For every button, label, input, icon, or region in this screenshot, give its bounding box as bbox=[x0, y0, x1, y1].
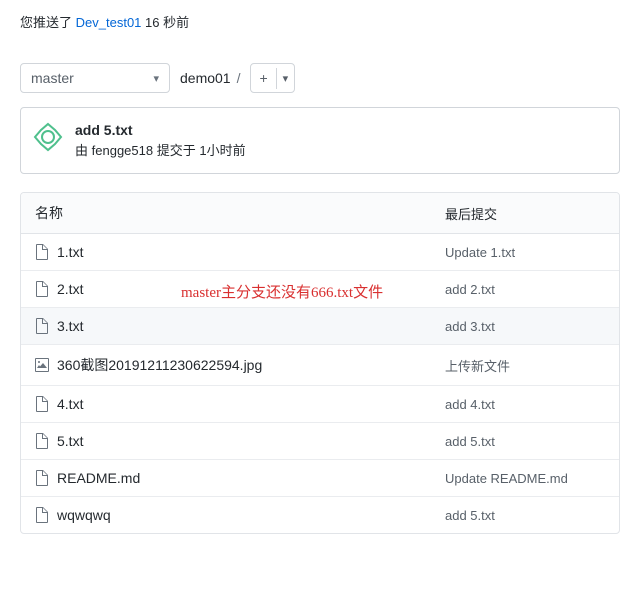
commit-message[interactable]: 上传新文件 bbox=[445, 356, 605, 375]
push-notice: 您推送了 Dev_test01 16 秒前 bbox=[20, 0, 620, 43]
table-row: README.md Update README.md bbox=[21, 459, 619, 496]
file-link[interactable]: 4.txt bbox=[57, 396, 83, 412]
file-table-header: 名称 最后提交 bbox=[21, 193, 619, 234]
commit-message[interactable]: Update 1.txt bbox=[445, 245, 605, 260]
commit-message[interactable]: add 5.txt bbox=[445, 508, 605, 523]
file-name-cell: 1.txt bbox=[35, 244, 445, 260]
commit-message[interactable]: add 4.txt bbox=[445, 397, 605, 412]
commit-title[interactable]: add 5.txt bbox=[75, 122, 246, 138]
file-name-cell: 3.txt bbox=[35, 318, 445, 334]
add-dropdown[interactable]: ▾ bbox=[276, 68, 295, 89]
branch-selector[interactable]: master ▾ bbox=[20, 63, 170, 93]
avatar bbox=[33, 122, 63, 152]
header-commit: 最后提交 bbox=[445, 204, 605, 223]
image-icon bbox=[35, 357, 49, 373]
file-name-cell: 360截图20191211230622594.jpg bbox=[35, 355, 445, 375]
file-name-cell: 5.txt bbox=[35, 433, 445, 449]
file-link[interactable]: wqwqwq bbox=[57, 507, 111, 523]
table-row: 5.txt add 5.txt bbox=[21, 422, 619, 459]
table-row: 4.txt add 4.txt bbox=[21, 385, 619, 422]
table-row: 2.txtadd 2.txtmaster主分支还没有666.txt文件 bbox=[21, 270, 619, 307]
file-name-cell: README.md bbox=[35, 470, 445, 486]
breadcrumb-repo[interactable]: demo01 bbox=[180, 70, 231, 86]
commit-message[interactable]: add 5.txt bbox=[445, 434, 605, 449]
latest-commit-card: add 5.txt 由 fengge518 提交于 1小时前 bbox=[20, 107, 620, 174]
commit-author[interactable]: fengge518 bbox=[92, 143, 153, 158]
breadcrumb-separator: / bbox=[237, 70, 241, 86]
file-table: 名称 最后提交 1.txtUpdate 1.txt2.txtadd 2.txtm… bbox=[20, 192, 620, 534]
table-row: 3.txt add 3.txt bbox=[21, 307, 619, 344]
chevron-down-icon: ▾ bbox=[153, 72, 159, 85]
file-link[interactable]: 360截图20191211230622594.jpg bbox=[57, 355, 262, 375]
file-icon bbox=[35, 318, 49, 334]
file-link[interactable]: 2.txt bbox=[57, 281, 83, 297]
breadcrumb: demo01 / bbox=[180, 70, 240, 86]
file-link[interactable]: 1.txt bbox=[57, 244, 83, 260]
branch-name: master bbox=[31, 70, 74, 86]
table-row: wqwqwq add 5.txt bbox=[21, 496, 619, 533]
push-prefix: 您推送了 bbox=[20, 15, 72, 30]
file-icon bbox=[35, 396, 49, 412]
file-icon bbox=[35, 433, 49, 449]
file-link[interactable]: 3.txt bbox=[57, 318, 83, 334]
toolbar: master ▾ demo01 / + ▾ bbox=[20, 63, 620, 93]
file-link[interactable]: 5.txt bbox=[57, 433, 83, 449]
file-name-cell: 2.txt bbox=[35, 281, 445, 297]
commit-message[interactable]: Update README.md bbox=[445, 471, 605, 486]
push-branch-link[interactable]: Dev_test01 bbox=[76, 15, 142, 30]
commit-message[interactable]: add 2.txt bbox=[445, 282, 605, 297]
add-menu: + ▾ bbox=[250, 63, 295, 93]
file-icon bbox=[35, 244, 49, 260]
file-icon bbox=[35, 470, 49, 486]
add-button[interactable]: + bbox=[251, 66, 275, 90]
file-name-cell: wqwqwq bbox=[35, 507, 445, 523]
file-name-cell: 4.txt bbox=[35, 396, 445, 412]
header-name: 名称 bbox=[35, 203, 445, 223]
commit-meta: 由 fengge518 提交于 1小时前 bbox=[75, 140, 246, 159]
push-time: 16 秒前 bbox=[145, 15, 189, 30]
table-row: 360截图20191211230622594.jpg 上传新文件 bbox=[21, 344, 619, 385]
commit-time: 1小时前 bbox=[199, 143, 245, 158]
file-link[interactable]: README.md bbox=[57, 470, 140, 486]
commit-info: add 5.txt 由 fengge518 提交于 1小时前 bbox=[75, 122, 246, 159]
file-icon bbox=[35, 507, 49, 523]
commit-message[interactable]: add 3.txt bbox=[445, 319, 605, 334]
table-row: 1.txt Update 1.txt bbox=[21, 234, 619, 270]
file-icon bbox=[35, 281, 49, 297]
